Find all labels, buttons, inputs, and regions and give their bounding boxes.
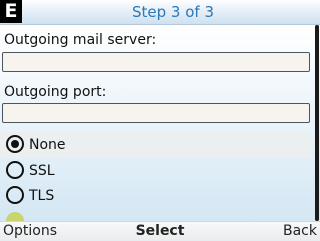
outgoing-server-field[interactable]: [2, 52, 310, 72]
radio-label-none: None: [29, 137, 66, 153]
outgoing-port-label: Outgoing port:: [4, 84, 107, 100]
scrollbar-thumb[interactable]: [315, 25, 319, 221]
radio-option-tls[interactable]: TLS: [0, 183, 312, 209]
title-bar: E Step 3 of 3: [0, 0, 320, 25]
settings-form: Outgoing mail server: Outgoing port: Non…: [0, 25, 320, 221]
select-softkey[interactable]: Select: [0, 222, 320, 241]
radio-label-tls: TLS: [29, 188, 55, 204]
radio-unselected-icon: [6, 161, 24, 179]
softkey-bar: Options Select Back: [0, 221, 320, 241]
outgoing-server-label: Outgoing mail server:: [4, 32, 157, 48]
radio-option-ssl[interactable]: SSL: [0, 158, 312, 184]
radio-unselected-icon: [6, 186, 24, 204]
partial-option-icon: [6, 212, 24, 221]
outgoing-port-field[interactable]: [2, 103, 310, 123]
scrollbar[interactable]: [315, 25, 319, 221]
app-badge: E: [0, 0, 22, 23]
radio-label-ssl: SSL: [29, 163, 55, 179]
radio-option-none[interactable]: None: [0, 132, 312, 158]
page-title: Step 3 of 3: [131, 3, 214, 21]
back-softkey[interactable]: Back: [283, 222, 317, 241]
radio-selected-icon: [6, 135, 24, 153]
